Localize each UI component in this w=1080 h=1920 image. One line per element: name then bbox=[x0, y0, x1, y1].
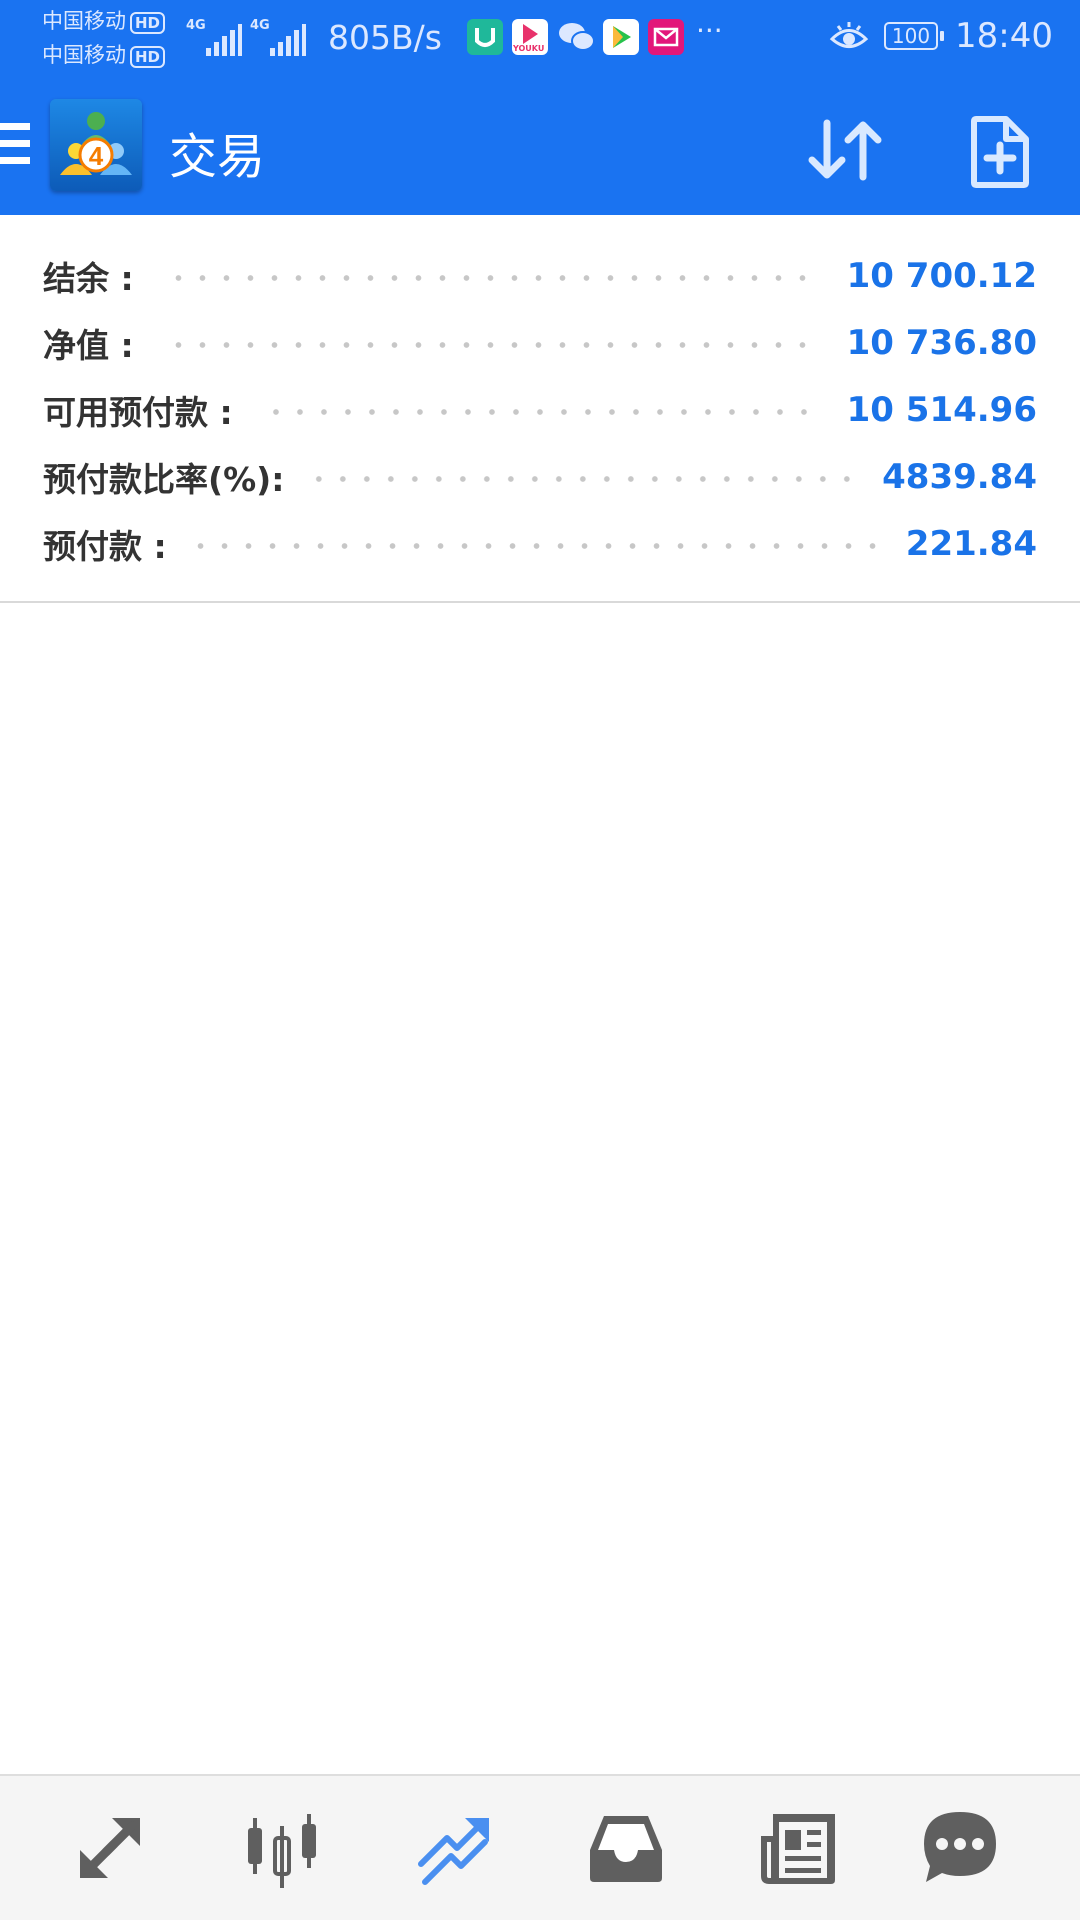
signal-strength-icon: 4G bbox=[186, 18, 244, 58]
margin-level-row: 预付款比率(%): 4839.84 bbox=[43, 452, 1037, 502]
carrier-1: 中国移动 HD bbox=[42, 8, 166, 34]
free-margin-label: 可用预付款 : bbox=[43, 393, 233, 432]
youku-icon: YOUKU bbox=[512, 19, 548, 55]
mail-icon bbox=[648, 19, 684, 55]
chat-icon bbox=[924, 1812, 996, 1882]
network-type-label: 4G bbox=[250, 18, 270, 33]
trade-icon bbox=[418, 1818, 489, 1885]
mi-home-icon bbox=[467, 19, 503, 55]
dotted-leader bbox=[190, 543, 882, 549]
more-notifications-icon: ··· bbox=[696, 14, 723, 47]
metatrader-logo-icon[interactable]: 4 bbox=[50, 99, 142, 191]
free-margin-row: 可用预付款 : 10 514.96 bbox=[43, 385, 1037, 435]
nav-news-button[interactable] bbox=[757, 1806, 841, 1890]
dotted-leader bbox=[308, 476, 859, 482]
balance-value: 10 700.12 bbox=[846, 256, 1037, 296]
free-margin-value: 10 514.96 bbox=[846, 390, 1037, 430]
nav-chat-button[interactable] bbox=[918, 1806, 1002, 1890]
carrier-1-name: 中国移动 bbox=[42, 9, 126, 33]
margin-level-value: 4839.84 bbox=[882, 457, 1037, 497]
bottom-navigation bbox=[0, 1774, 1080, 1920]
wechat-icon bbox=[557, 19, 597, 55]
hd-badge: HD bbox=[130, 46, 166, 68]
net-speed: 805B/s bbox=[328, 18, 442, 57]
sort-button[interactable] bbox=[800, 105, 890, 195]
balance-row: 结余 : 10 700.12 bbox=[43, 251, 1037, 301]
equity-row: 净值 : 10 736.80 bbox=[43, 318, 1037, 368]
menu-icon[interactable] bbox=[0, 123, 30, 169]
margin-label: 预付款 : bbox=[43, 527, 167, 566]
history-inbox-icon bbox=[590, 1816, 662, 1882]
carrier-2: 中国移动 HD bbox=[42, 42, 166, 68]
nav-trade-button[interactable] bbox=[413, 1806, 497, 1890]
carrier-2-name: 中国移动 bbox=[42, 43, 126, 67]
mt4-trade-screen: 中国移动 HD 中国移动 HD 4G 4G 805B/s YOUKU ··· 1… bbox=[0, 0, 1080, 1920]
dotted-leader bbox=[157, 275, 823, 281]
network-type-label: 4G bbox=[186, 18, 206, 33]
new-order-button[interactable] bbox=[956, 105, 1046, 195]
dotted-leader bbox=[157, 342, 823, 348]
margin-level-label: 预付款比率(%): bbox=[43, 460, 285, 499]
balance-label: 结余 : bbox=[43, 259, 134, 298]
hd-badge: HD bbox=[130, 12, 166, 34]
sort-arrows-icon bbox=[808, 119, 882, 181]
eye-comfort-icon bbox=[829, 20, 869, 58]
app-toolbar: 4 交易 bbox=[0, 97, 1080, 215]
equity-label: 净值 : bbox=[43, 326, 134, 365]
page-title: 交易 bbox=[169, 129, 266, 185]
chart-candles-icon bbox=[248, 1814, 316, 1888]
quotes-arrows-icon bbox=[80, 1818, 140, 1878]
nav-history-button[interactable] bbox=[584, 1806, 668, 1890]
margin-row: 预付款 : 221.84 bbox=[43, 519, 1037, 569]
nav-chart-button[interactable] bbox=[240, 1806, 324, 1890]
status-bar: 中国移动 HD 中国移动 HD 4G 4G 805B/s YOUKU ··· 1… bbox=[0, 0, 1080, 97]
nav-quotes-button[interactable] bbox=[68, 1806, 152, 1890]
news-icon bbox=[761, 1814, 835, 1884]
signal-strength-icon: 4G bbox=[250, 18, 308, 58]
logo-number: 4 bbox=[89, 141, 104, 171]
margin-value: 221.84 bbox=[905, 524, 1037, 564]
clock: 18:40 bbox=[955, 16, 1053, 56]
file-plus-icon bbox=[971, 116, 1029, 188]
dotted-leader bbox=[256, 409, 823, 415]
battery-icon: 100 bbox=[884, 22, 944, 50]
equity-value: 10 736.80 bbox=[846, 323, 1037, 363]
youku-label: YOUKU bbox=[513, 44, 545, 53]
account-summary: 结余 : 10 700.12 净值 : 10 736.80 可用预付款 : 10… bbox=[0, 215, 1080, 603]
video-play-icon bbox=[603, 19, 639, 55]
